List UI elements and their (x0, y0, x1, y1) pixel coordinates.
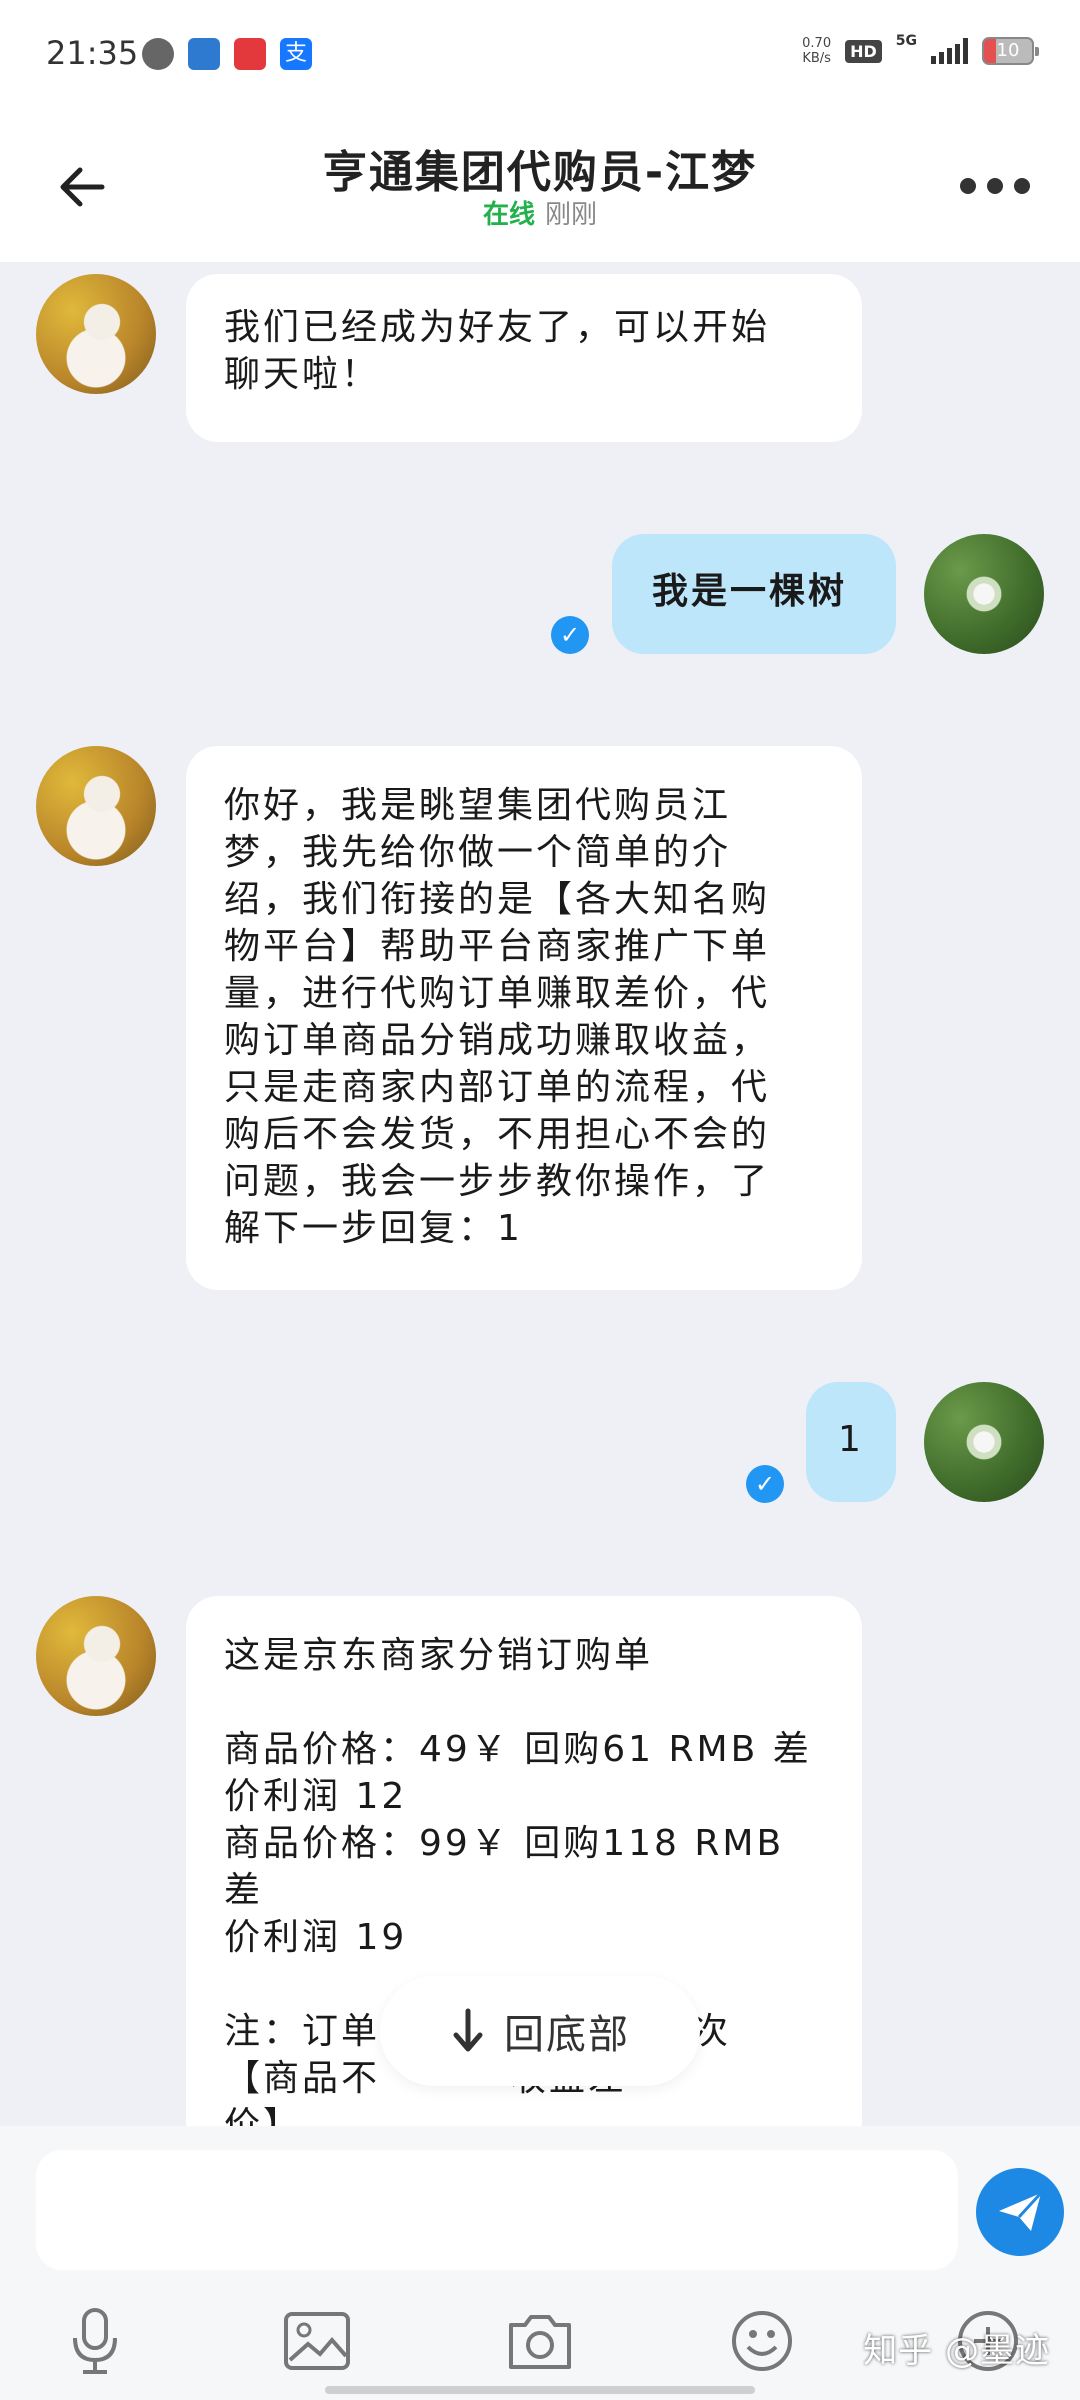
home-indicator[interactable] (325, 2386, 755, 2394)
last-seen: 刚刚 (545, 200, 598, 230)
network-speed-value: 0.70 (802, 36, 832, 51)
watermark: 知乎 @墨迹 (863, 2331, 1050, 2371)
scroll-to-bottom-button[interactable]: 回底部 (380, 1976, 700, 2086)
app-blue-icon (188, 38, 220, 70)
scroll-to-bottom-label: 回底部 (504, 2012, 630, 2058)
contact-avatar[interactable] (36, 1596, 156, 1716)
wechat-icon (142, 38, 174, 70)
signal-icon (931, 38, 968, 64)
read-check-icon: ✓ (746, 1465, 784, 1503)
send-icon (999, 2191, 1043, 2231)
message-bubble-outgoing[interactable]: 1 (806, 1382, 896, 1502)
microphone-icon (73, 2308, 117, 2374)
status-bar: 21:35 支 0.70 KB/s HD 5G 10 (0, 0, 1080, 110)
emoji-icon (732, 2311, 792, 2371)
chat-messages[interactable]: 我们已经成为好友了，可以开始 聊天啦！ 我是一棵树 ✓ 你好，我是眺望集团代购员… (0, 262, 1080, 2126)
message-bubble-outgoing[interactable]: 我是一棵树 (612, 534, 896, 654)
dot-icon (987, 178, 1003, 194)
emoji-button[interactable] (727, 2306, 797, 2376)
dot-icon (1014, 178, 1030, 194)
message-bubble-incoming[interactable]: 我们已经成为好友了，可以开始 聊天啦！ (186, 274, 862, 442)
send-button[interactable] (976, 2168, 1064, 2256)
hd-badge: HD (845, 39, 882, 63)
message-input[interactable] (36, 2150, 958, 2270)
image-icon (284, 2312, 350, 2370)
camera-button[interactable] (505, 2306, 575, 2376)
app-red-icon (234, 38, 266, 70)
contact-avatar[interactable] (36, 274, 156, 394)
contact-name[interactable]: 亨通集团代购员-江梦 (0, 136, 1080, 200)
voice-button[interactable] (60, 2306, 130, 2376)
network-type-label: 5G (895, 33, 917, 49)
image-button[interactable] (282, 2306, 352, 2376)
online-status: 在线 (482, 200, 535, 230)
network-speed-unit: KB/s (802, 51, 831, 66)
message-bubble-incoming[interactable]: 你好，我是眺望集团代购员江 梦，我先给你做一个简单的介 绍，我们衔接的是【各大知… (186, 746, 862, 1290)
alipay-icon: 支 (280, 38, 312, 70)
status-indicators: 0.70 KB/s HD 5G 10 (802, 33, 1039, 66)
more-options-button[interactable] (960, 166, 1030, 206)
contact-avatar[interactable] (36, 746, 156, 866)
arrow-down-icon (453, 2008, 483, 2052)
read-check-icon: ✓ (551, 616, 589, 654)
camera-icon (509, 2315, 571, 2369)
dot-icon (960, 178, 976, 194)
status-time: 21:35 (46, 34, 139, 72)
battery-icon: 10 (982, 37, 1039, 65)
chat-header: 亨通集团代购员-江梦 在线 刚刚 (0, 110, 1080, 262)
status-app-icons: 支 (142, 38, 312, 70)
my-avatar[interactable] (924, 534, 1044, 654)
network-speed: 0.70 KB/s (802, 36, 831, 66)
contact-status: 在线 刚刚 (0, 194, 1080, 231)
my-avatar[interactable] (924, 1382, 1044, 1502)
